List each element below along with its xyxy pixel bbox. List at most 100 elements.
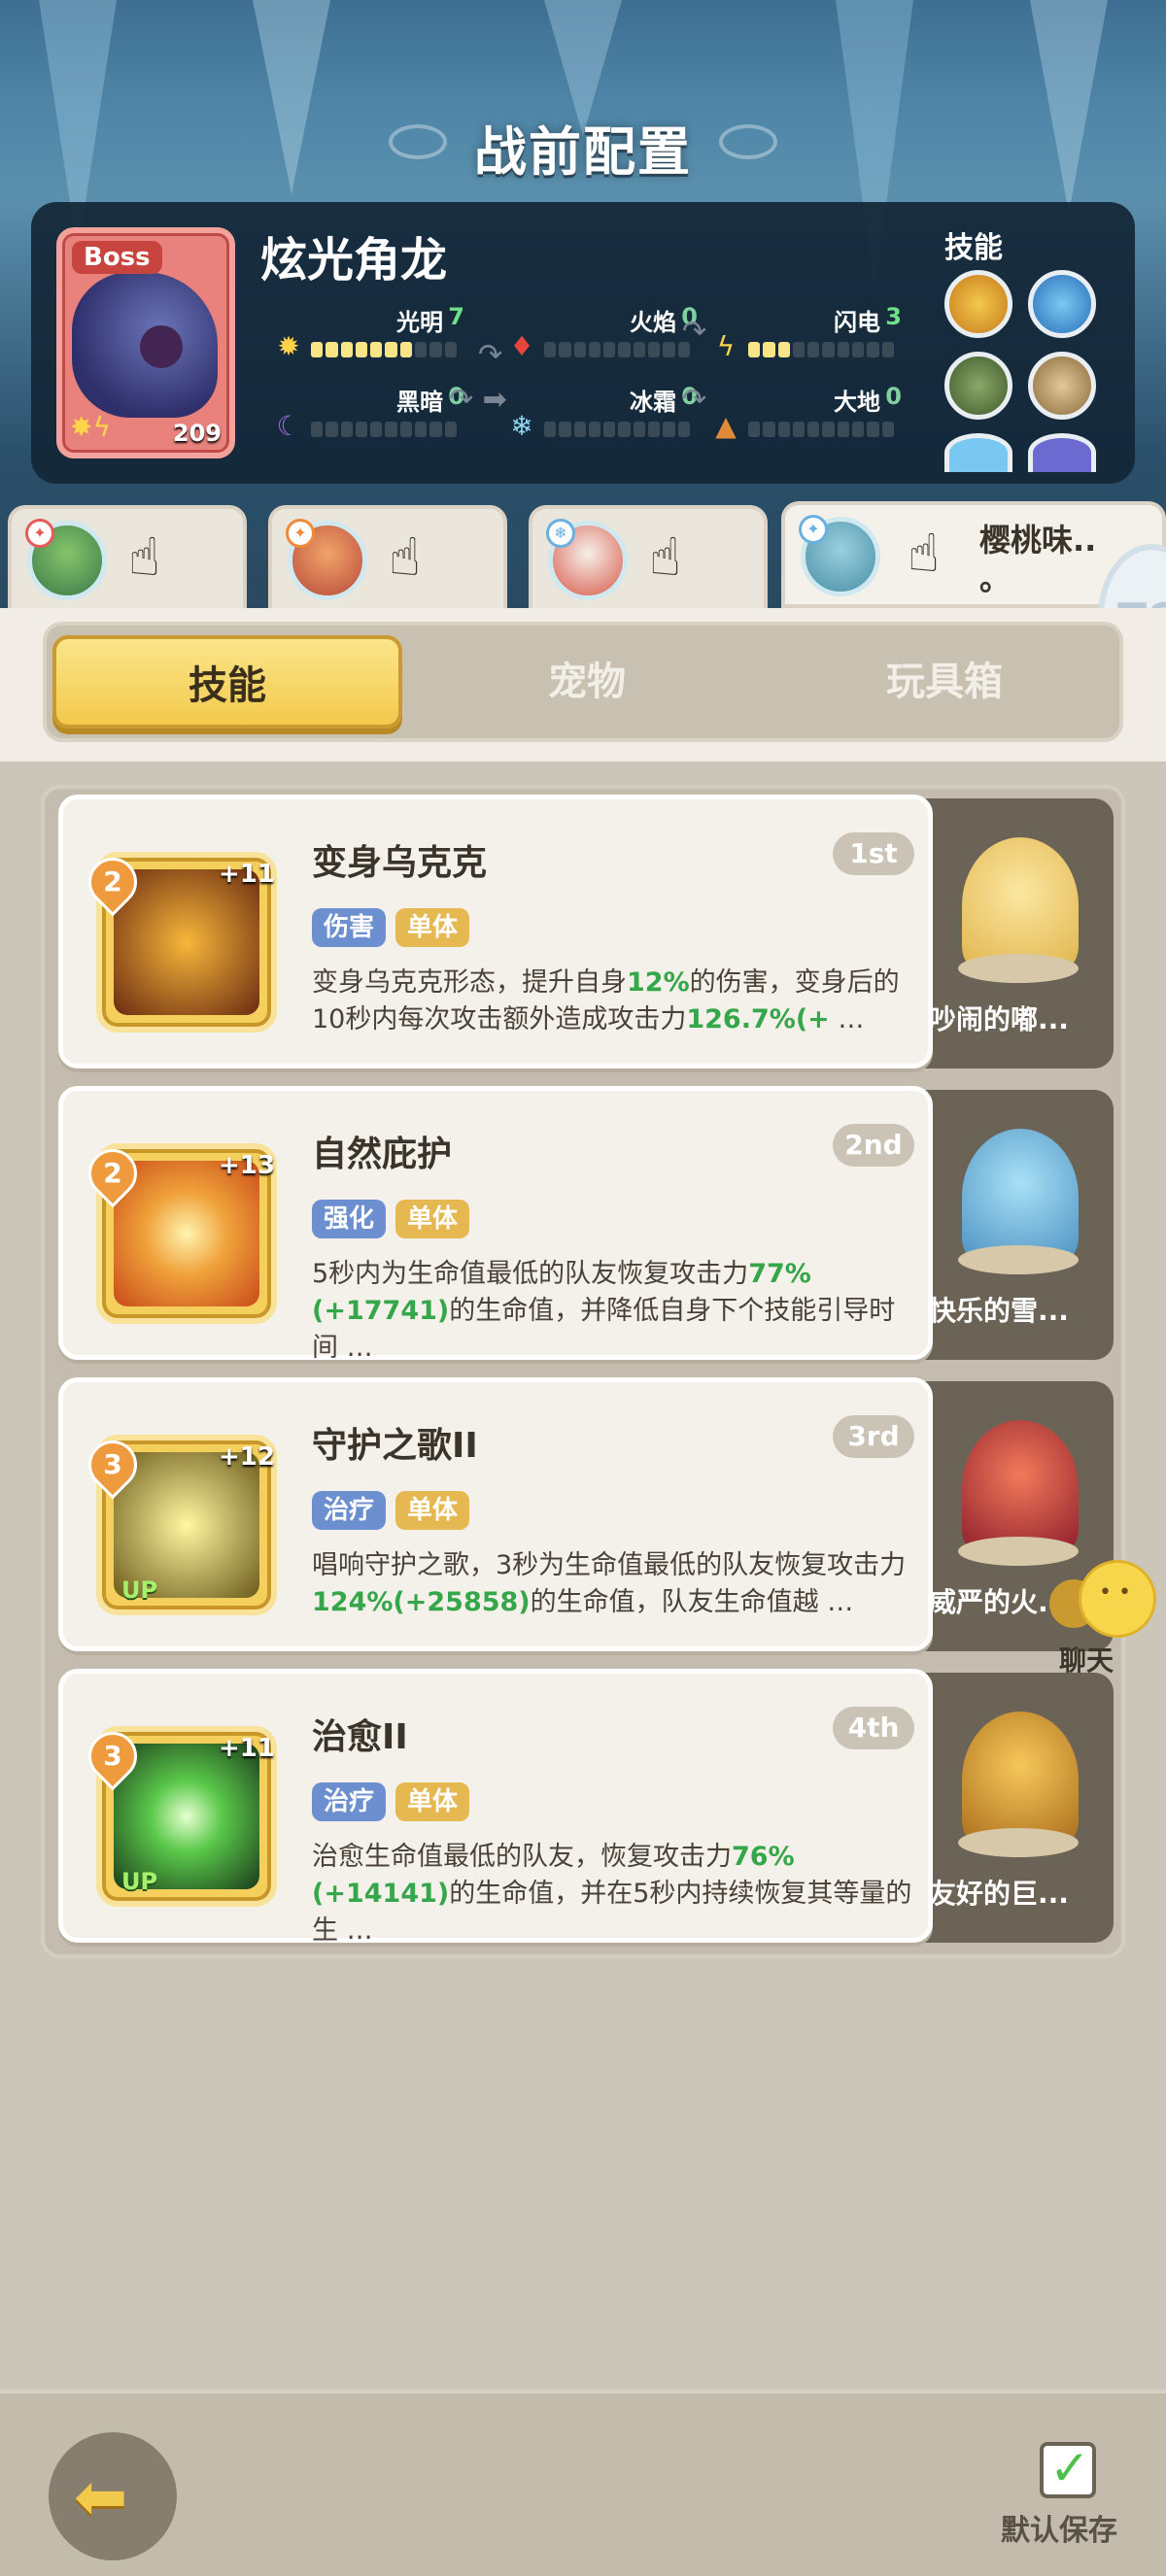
- stat-bar-segment: [326, 422, 338, 437]
- stat-bar-segment: [777, 422, 790, 437]
- stat-bar-segment: [544, 422, 557, 437]
- skill-card-4[interactable]: 3 +11 UP 治愈II 4th 治疗 单体 治愈生命值最低的队友，恢复攻击力…: [58, 1669, 933, 1946]
- stat-bar-segment: [370, 342, 383, 357]
- skill-rank: 3rd: [833, 1415, 914, 1458]
- stat-bar-segment: [633, 342, 646, 357]
- stat-bar-segment: [544, 342, 557, 357]
- stat-bar-segment: [792, 342, 806, 357]
- back-button[interactable]: ⬅: [49, 2432, 177, 2560]
- skill-card-1[interactable]: 2 +11 变身乌克克 1st 伤害 单体 变身乌克克形态，提升自身12%的伤害…: [58, 795, 933, 1068]
- stat-bar-segment: [807, 342, 820, 357]
- boss-skill-icon[interactable]: [944, 270, 1012, 338]
- link-arrow-icon: ↷: [682, 383, 707, 417]
- skill-up-label: UP: [121, 1868, 158, 1895]
- boss-skill-icon[interactable]: [944, 433, 1012, 472]
- lightning-icon: ϟ: [716, 330, 736, 362]
- stat-bar-segment: [867, 422, 879, 437]
- element-icons: ✸ϟ: [70, 411, 111, 443]
- stat-bar-segment: [777, 342, 790, 357]
- stat-bar-segment: [415, 342, 428, 357]
- tab-skills[interactable]: 技能: [52, 635, 402, 729]
- pet-slot-2[interactable]: 快乐的雪...: [919, 1090, 1114, 1360]
- stat-bar-segment: [429, 422, 442, 437]
- stat-bar-segment: [822, 342, 835, 357]
- stat-bar-segment: [852, 422, 865, 437]
- boss-level: 209: [172, 420, 222, 447]
- skill-card-2[interactable]: 2 +13 自然庇护 2nd 强化 单体 5秒内为生命值最低的队友恢复攻击力77…: [58, 1086, 933, 1363]
- skill-rank: 1st: [833, 832, 914, 875]
- tab-pets[interactable]: 宠物: [412, 635, 762, 729]
- stat-bar-segment: [748, 342, 761, 357]
- stat-bar-segment: [748, 422, 761, 437]
- skill-description: 5秒内为生命值最低的队友恢复攻击力77%(+17741)的生命值，并降低自身下个…: [312, 1259, 896, 1363]
- skill-tag: 单体: [395, 908, 470, 947]
- stat-bar-segment: [444, 342, 457, 357]
- stat-bar-segment: [763, 342, 775, 357]
- stat-bar-segment: [385, 422, 397, 437]
- stat-bar-segment: [677, 422, 690, 437]
- skill-name: 自然庇护: [312, 1135, 453, 1174]
- sun-icon: ✹: [277, 330, 300, 362]
- heal-cross-icon: [114, 1161, 259, 1306]
- stat-bar-segment: [355, 342, 368, 357]
- hero-tab-1[interactable]: ✦ ☝: [8, 505, 247, 612]
- boss-skill-icon[interactable]: [1028, 433, 1096, 472]
- skill-card-3[interactable]: 3 +12 UP 守护之歌II 3rd 治疗 单体 唱响守护之歌，3秒为生命值最…: [58, 1377, 933, 1651]
- stat-bar-segment: [763, 422, 775, 437]
- pet-name: 吵闹的嘟...: [929, 1003, 1069, 1035]
- stat-bar-segment: [837, 422, 850, 437]
- stat-bar-segment: [573, 342, 586, 357]
- boss-portrait-card[interactable]: Boss ✸ϟ 209: [56, 227, 235, 458]
- skill-upgrade-count: +11: [219, 1734, 275, 1763]
- stat-bar-segment: [648, 422, 661, 437]
- snowflake-icon: ❄: [510, 410, 533, 442]
- pet-figure: [962, 1712, 1079, 1847]
- stat-bar-segment: [588, 342, 601, 357]
- stat-bar-segment: [663, 422, 675, 437]
- tab-toybox[interactable]: 玩具箱: [770, 635, 1119, 729]
- chat-button[interactable]: 聊天: [1049, 1554, 1156, 1677]
- back-arrow-icon: ⬅: [74, 2459, 128, 2534]
- tab-bar-container: 技能 宠物 玩具箱: [0, 608, 1166, 762]
- stat-bar-segment: [311, 422, 324, 437]
- pet-slot-4[interactable]: 友好的巨...: [919, 1673, 1114, 1943]
- chat-face-icon: [1079, 1560, 1156, 1638]
- default-save-toggle[interactable]: ✓ 默认保存: [1001, 2440, 1147, 2559]
- boss-skill-icon[interactable]: [1028, 352, 1096, 420]
- boss-skill-icon[interactable]: [944, 352, 1012, 420]
- stat-bar-segment: [340, 422, 353, 437]
- skill-list: 吵闹的嘟... 2 +11 变身乌克克 1st 伤害 单体 变身乌克克形态，提升…: [41, 785, 1125, 1958]
- moon-icon: ☾: [276, 410, 301, 442]
- skill-tags: 治疗 单体: [312, 1491, 470, 1530]
- checkbox-checked-icon[interactable]: ✓: [1040, 2440, 1096, 2498]
- boss-info-panel: Boss ✸ϟ 209 炫光角龙 光明 7 ✹ ↷ 火焰 0 ♦ ↷ 闪电 3 …: [31, 202, 1135, 484]
- hero-tab-2[interactable]: ✦ ☝: [268, 505, 507, 612]
- stat-bar-segment: [603, 342, 616, 357]
- skill-rank: 4th: [833, 1707, 914, 1749]
- skill-tag: 强化: [312, 1200, 387, 1238]
- boss-skill-icon[interactable]: [1028, 270, 1096, 338]
- stat-bar-segment: [881, 422, 894, 437]
- bottom-bar: ⬅ ✓ 默认保存: [0, 2390, 1166, 2576]
- stat-lightning: 闪电 3 ϟ: [709, 303, 923, 362]
- stat-bar-segment: [648, 342, 661, 357]
- stat-bar-segment: [385, 342, 397, 357]
- element-badge-icon: ✦: [799, 515, 828, 544]
- stat-bar-segment: [852, 342, 865, 357]
- boss-tag: Boss: [72, 241, 162, 274]
- skill-up-label: UP: [121, 1576, 158, 1604]
- stat-bar-segment: [588, 422, 601, 437]
- chat-label: 聊天: [1059, 1644, 1115, 1677]
- stat-bar-segment: [399, 342, 413, 357]
- hero-tab-3[interactable]: ❄ ☝: [529, 505, 768, 612]
- skill-upgrade-count: +11: [219, 860, 275, 889]
- fire-icon: ♦: [509, 330, 534, 362]
- skill-name: 治愈II: [312, 1717, 408, 1757]
- pet-name: 快乐的雪...: [929, 1295, 1069, 1327]
- link-arrow-icon: ↷: [682, 315, 707, 349]
- stat-bar-segment: [559, 342, 571, 357]
- stat-bar-segment: [311, 342, 324, 357]
- default-save-label: 默认保存: [1001, 2514, 1117, 2548]
- pet-slot-1[interactable]: 吵闹的嘟...: [919, 798, 1114, 1068]
- skill-upgrade-count: +12: [219, 1442, 275, 1472]
